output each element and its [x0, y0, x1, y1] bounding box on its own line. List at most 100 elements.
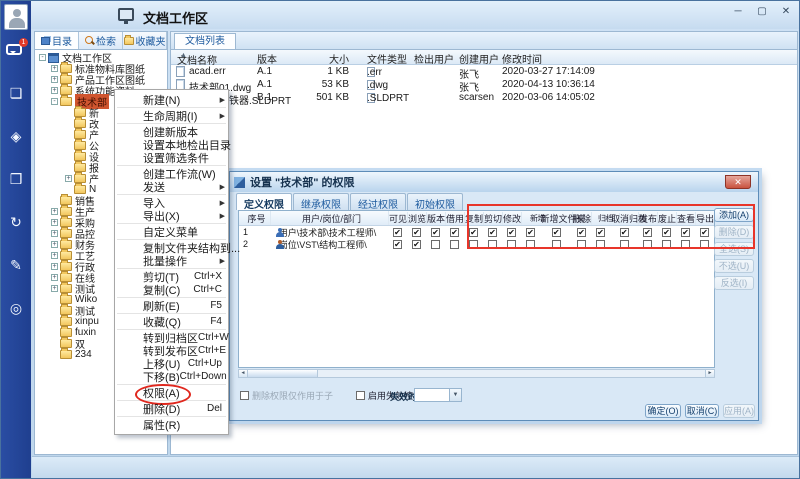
expander-icon[interactable]: + [65, 175, 72, 182]
context-menu-item[interactable]: 权限(A) [115, 386, 228, 399]
context-menu-item[interactable]: 属性(R) [115, 418, 228, 431]
tab-favorites[interactable]: 收藏夹 [123, 32, 167, 49]
context-menu-item[interactable]: 自定义菜单 [115, 225, 228, 238]
permission-checkbox[interactable] [638, 240, 657, 249]
context-menu-item[interactable]: 创建工作流(W) [115, 167, 228, 180]
dialog-tab[interactable]: 初始权限 [407, 193, 463, 210]
permission-checkbox[interactable] [676, 240, 695, 249]
context-menu-item[interactable]: 复制(C) Ctrl+C [115, 283, 228, 296]
permission-checkbox[interactable] [426, 228, 445, 237]
permission-checkbox[interactable] [445, 240, 464, 249]
dialog-tab[interactable]: 经过权限 [350, 193, 406, 210]
permission-checkbox[interactable] [591, 228, 610, 237]
expander-icon[interactable]: - [39, 54, 46, 61]
rail-icon[interactable]: ◎ [10, 300, 22, 316]
permission-checkbox[interactable] [695, 240, 714, 249]
scrollbar-thumb[interactable] [248, 370, 318, 377]
checkbox-icon[interactable] [240, 391, 249, 400]
permission-checkbox[interactable] [407, 228, 426, 237]
expander-icon[interactable]: - [51, 98, 58, 105]
context-menu-item[interactable]: 生命周期(I) ▶ [115, 109, 228, 122]
minimize-button[interactable]: ─ [731, 6, 745, 17]
permission-checkbox[interactable] [502, 228, 521, 237]
permission-checkbox[interactable] [610, 240, 638, 249]
cancel-button[interactable]: 取消(C) [685, 404, 719, 418]
expander-icon[interactable]: + [51, 87, 58, 94]
checkbox-icon[interactable] [356, 391, 365, 400]
permission-row[interactable]: 1 用户\技术部\技术工程师\ [239, 226, 714, 238]
context-menu-item[interactable]: 下移(B) Ctrl+Down [115, 370, 228, 383]
dialog-close-button[interactable]: ✕ [725, 175, 751, 189]
delete-scope-checkbox[interactable]: 删除权限仅作用于子 [240, 389, 333, 402]
tab-search[interactable]: 检索 [79, 32, 123, 49]
context-menu-item[interactable]: 收藏(Q) F4 [115, 315, 228, 328]
permission-checkbox[interactable] [591, 240, 610, 249]
permission-checkbox[interactable] [388, 240, 407, 249]
permission-checkbox[interactable] [676, 228, 695, 237]
expander-icon[interactable]: + [51, 274, 58, 281]
ok-button[interactable]: 确定(O) [645, 404, 681, 418]
rail-icon[interactable]: ❏ [10, 85, 23, 101]
column-checkout-user[interactable]: 检出用户 [414, 51, 454, 66]
document-row[interactable]: 技术部01.dwg A.1 53 KB .dwg 张飞 2020-04-13 1… [171, 78, 797, 91]
permission-checkbox[interactable] [638, 228, 657, 237]
rail-icon[interactable]: ↻ [10, 214, 22, 230]
permission-action-button[interactable]: 反选(I) [714, 276, 754, 290]
permission-checkboxes[interactable] [388, 228, 714, 237]
expander-icon[interactable]: + [51, 65, 58, 72]
permission-action-button[interactable]: 删除(D) [714, 225, 754, 239]
document-row[interactable]: 农用卷簧铁器.SLDPRT B.1 501 KB .SLDPRT scarsen… [171, 91, 797, 104]
permission-checkbox[interactable] [540, 228, 572, 237]
permission-checkbox[interactable] [610, 228, 638, 237]
permission-checkbox[interactable] [464, 240, 483, 249]
permission-row[interactable]: 2 岗位\VST\结构工程师\ [239, 238, 714, 250]
permission-action-button[interactable]: 全选(S) [714, 242, 754, 256]
permission-checkbox[interactable] [502, 240, 521, 249]
column-create-user[interactable]: 创建用户 [459, 51, 499, 66]
permission-action-button[interactable]: 不选(U) [714, 259, 754, 273]
permission-checkbox[interactable] [540, 240, 572, 249]
close-button[interactable]: ✕ [779, 6, 793, 17]
expander-icon[interactable]: + [51, 76, 58, 83]
column-size[interactable]: 大小 [309, 51, 349, 66]
rail-icon[interactable]: ◈ [11, 128, 22, 144]
scroll-left-icon[interactable]: ◄ [239, 370, 248, 377]
dialog-tab[interactable]: 定义权限 [236, 193, 292, 210]
maximize-button[interactable]: ▢ [755, 6, 769, 17]
tab-directory[interactable]: 目录 [35, 32, 79, 49]
context-menu-item[interactable]: 设置筛选条件 [115, 151, 228, 164]
document-row[interactable]: acad.err A.1 1 KB .err 张飞 2020-03-27 17:… [171, 65, 797, 78]
context-menu-item[interactable]: 刷新(E) F5 [115, 299, 228, 312]
permission-checkbox[interactable] [483, 228, 502, 237]
permission-action-button[interactable]: 添加(A) [714, 208, 754, 222]
rail-icon[interactable]: ✎ [10, 257, 22, 273]
expander-icon[interactable]: + [51, 263, 58, 270]
permission-checkbox[interactable] [572, 228, 591, 237]
tab-document-list[interactable]: 文档列表 [174, 33, 236, 50]
expander-icon[interactable]: + [51, 219, 58, 226]
column-version[interactable]: 版本 [257, 51, 277, 66]
expander-icon[interactable]: + [51, 208, 58, 215]
horizontal-scrollbar[interactable]: ◄ ► [238, 369, 715, 378]
permission-checkbox[interactable] [426, 240, 445, 249]
permission-checkbox[interactable] [657, 228, 676, 237]
expander-icon[interactable]: + [51, 252, 58, 259]
apply-button[interactable]: 应用(A) [723, 404, 755, 418]
context-menu-item[interactable]: 批量操作 ▶ [115, 254, 228, 267]
permission-checkbox[interactable] [464, 228, 483, 237]
expiry-time-dropdown[interactable] [414, 388, 462, 402]
permission-checkbox[interactable] [521, 228, 540, 237]
expander-icon[interactable]: + [51, 230, 58, 237]
permission-checkbox[interactable] [445, 228, 464, 237]
expander-icon[interactable]: + [51, 285, 58, 292]
rail-icon[interactable]: ❒ [10, 171, 23, 187]
permission-checkbox[interactable] [388, 228, 407, 237]
expander-icon[interactable]: + [51, 241, 58, 248]
permission-checkbox[interactable] [572, 240, 591, 249]
column-modified-time[interactable]: 修改时间 [502, 51, 542, 66]
context-menu-item[interactable]: 发送 ▶ [115, 180, 228, 193]
permission-checkbox[interactable] [695, 228, 714, 237]
permission-checkbox[interactable] [657, 240, 676, 249]
context-menu-item[interactable]: 新建(N) ▶ [115, 93, 228, 106]
context-menu-item[interactable]: 导出(X) ▶ [115, 209, 228, 222]
